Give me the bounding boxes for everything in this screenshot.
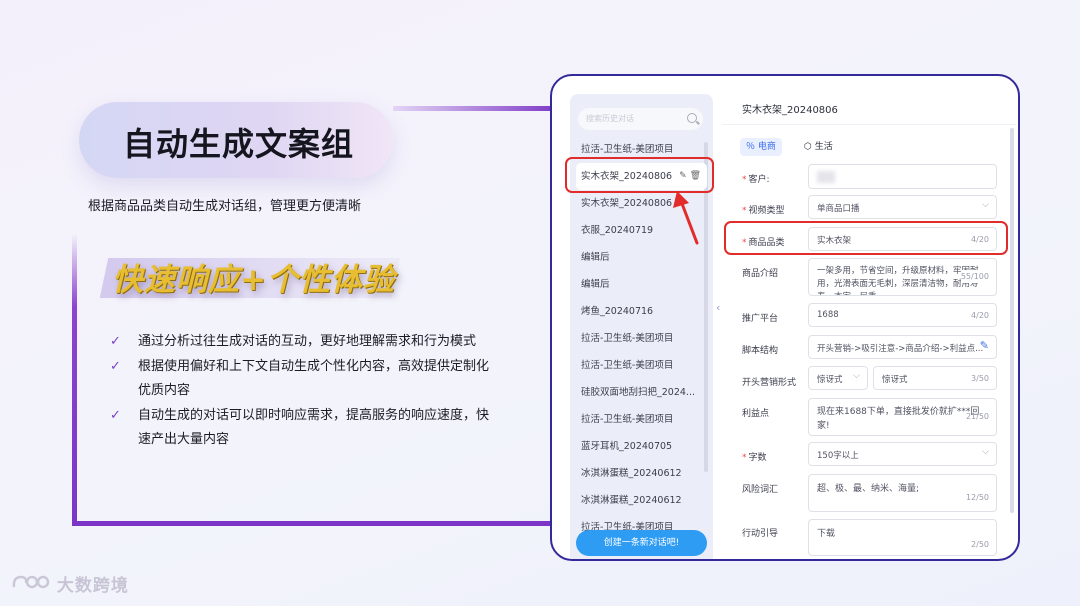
feature-item: ✓ 根据使用偏好和上下文自动生成个性化内容，高效提供定制化优质内容 <box>110 355 490 404</box>
history-item[interactable]: 编辑后 <box>570 244 713 271</box>
risk-label: 风险词汇 <box>742 485 779 495</box>
script-value: 开头营销->吸引注意->商品介绍->利益点... <box>817 344 984 354</box>
search-icon[interactable] <box>687 113 697 123</box>
chevron-down-icon: ⌵ <box>853 371 860 381</box>
video-type-select[interactable]: 单商品口播 ⌵ <box>808 195 997 219</box>
slogan: 快速响应+个性体验 <box>112 262 395 298</box>
action-value: 下载 <box>817 529 836 539</box>
title-divider <box>722 124 1016 125</box>
benefit-value: 现在来1688下单，直接批发价就扩***回家! <box>817 407 980 431</box>
search-placeholder: 搜索历史对话 <box>586 114 634 123</box>
annotation-arrow-icon <box>673 191 699 245</box>
bottom-divider <box>72 521 552 526</box>
history-search-input[interactable]: 搜索历史对话 <box>578 108 703 130</box>
opening-label: 开头营销形式 <box>742 378 797 388</box>
chevron-down-icon: ⌵ <box>982 200 989 210</box>
history-item[interactable]: 拉活-卫生纸-美团项目 <box>570 406 713 433</box>
video-type-label: * 视频类型 <box>742 206 785 216</box>
conversation-title: 实木衣架_20240806 <box>742 105 838 116</box>
risk-textarea[interactable]: 超、极、最、纳米、海量; 12/50 <box>808 474 997 512</box>
action-textarea[interactable]: 下载 2/50 <box>808 519 997 556</box>
benefit-textarea[interactable]: 现在来1688下单，直接批发价就扩***回家! 21/50 <box>808 398 997 436</box>
action-label: 行动引导 <box>742 529 779 539</box>
customer-label: * 客户: <box>742 175 770 185</box>
history-item[interactable]: 编辑后 <box>570 271 713 298</box>
tab-label: 电商 <box>757 142 776 152</box>
script-label: 脚本结构 <box>742 346 779 356</box>
collapse-sidebar-icon[interactable]: ‹ <box>716 301 720 314</box>
history-item[interactable]: 硅胶双面地刮扫把_2024... <box>570 379 713 406</box>
history-item[interactable]: 冰淇淋蛋糕_20240612 <box>570 487 713 514</box>
content-form: 实木衣架_20240806 ％ 电商 ⬡ 生活 * 客户: * 视频类型 单商品口播… <box>722 76 1016 559</box>
left-divider <box>72 234 77 526</box>
brand-name: 大数跨境 <box>56 576 129 596</box>
opening-input[interactable]: 惊讶式 3/50 <box>873 366 997 390</box>
history-item[interactable]: 拉活-卫生纸-美团项目 <box>570 352 713 379</box>
check-icon: ✓ <box>110 334 121 349</box>
words-select[interactable]: 150字以上 ⌵ <box>808 442 997 466</box>
accent-line <box>393 106 551 111</box>
page-title: 自动生成文案组 <box>123 125 355 163</box>
feature-text: 自动生成的对话可以即时响应需求，提高服务的响应速度，快速产出大量内容 <box>138 407 490 448</box>
video-type-value: 单商品口播 <box>817 204 860 214</box>
words-value: 150字以上 <box>817 451 859 461</box>
app-screenshot: 搜索历史对话 拉活-卫生纸-美团项目 实木衣架_20240806 ✎ 🗑 实木衣… <box>550 74 1020 561</box>
feature-item: ✓ 通过分析过往生成对话的互动，更好地理解需求和行为模式 <box>110 330 490 355</box>
tab-life[interactable]: ⬡ 生活 <box>798 138 839 156</box>
history-item[interactable]: 拉活-卫生纸-美团项目 <box>570 325 713 352</box>
char-count: 21/50 <box>965 412 989 421</box>
check-icon: ✓ <box>110 407 121 423</box>
hexagon-icon: ⬡ <box>804 142 812 152</box>
ecommerce-icon: ％ <box>746 142 756 152</box>
char-count: 2/50 <box>971 540 989 549</box>
platform-input[interactable]: 1688 4/20 <box>808 303 997 327</box>
brand-watermark: 大数跨境 <box>10 571 129 596</box>
opening-select-value: 惊讶式 <box>817 375 843 385</box>
check-icon: ✓ <box>110 358 121 374</box>
intro-label: 商品介绍 <box>742 269 779 279</box>
highlight-history-item <box>565 157 714 193</box>
char-count: 4/20 <box>971 311 989 320</box>
feature-item: ✓ 自动生成的对话可以即时响应需求，提高服务的响应速度，快速产出大量内容 <box>110 404 490 453</box>
opening-value: 惊讶式 <box>882 375 908 385</box>
intro-value: 一架多用，节省空间，升级原材料，牢固耐用，光滑表面无毛刺，深层清洁物，耐用寿寿，… <box>817 266 979 295</box>
brand-logo-icon <box>12 575 50 589</box>
char-count: 55/100 <box>960 270 989 283</box>
feature-list: ✓ 通过分析过往生成对话的互动，更好地理解需求和行为模式 ✓ 根据使用偏好和上下… <box>110 330 490 453</box>
script-structure-field[interactable]: 开头营销->吸引注意->商品介绍->利益点... ✎ <box>808 335 997 359</box>
history-item[interactable]: 蓝牙耳机_20240705 <box>570 433 713 460</box>
benefit-label: 利益点 <box>742 409 770 419</box>
customer-field[interactable] <box>808 164 997 189</box>
highlight-category-field <box>724 221 1008 255</box>
intro-textarea[interactable]: 一架多用，节省空间，升级原材料，牢固耐用，光滑表面无毛刺，深层清洁物，耐用寿寿，… <box>808 258 997 296</box>
history-item[interactable]: 冰淇淋蛋糕_20240612 <box>570 460 713 487</box>
opening-select[interactable]: 惊讶式 ⌵ <box>808 366 868 390</box>
platform-value: 1688 <box>817 310 839 320</box>
pen-icon[interactable]: ✎ <box>980 339 989 352</box>
char-count: 12/50 <box>965 493 989 502</box>
feature-text: 通过分析过往生成对话的互动，更好地理解需求和行为模式 <box>138 334 477 349</box>
subtitle: 根据商品品类自动生成对话组，管理更方便清晰 <box>88 199 362 214</box>
history-item[interactable]: 烤鱼_20240716 <box>570 298 713 325</box>
tab-label: 生活 <box>814 142 833 152</box>
risk-value: 超、极、最、纳米、海量; <box>817 484 920 494</box>
form-scrollbar[interactable] <box>1010 128 1014 513</box>
redacted-customer <box>817 171 835 183</box>
chevron-down-icon: ⌵ <box>982 447 989 457</box>
platform-label: 推广平台 <box>742 314 779 324</box>
new-chat-button[interactable]: 创建一条新对话吧! <box>576 530 707 556</box>
tab-ecommerce[interactable]: ％ 电商 <box>740 138 782 156</box>
words-label: * 字数 <box>742 453 767 463</box>
title-pill: 自动生成文案组 <box>79 102 393 178</box>
feature-text: 根据使用偏好和上下文自动生成个性化内容，高效提供定制化优质内容 <box>138 358 490 399</box>
char-count: 3/50 <box>971 374 989 383</box>
